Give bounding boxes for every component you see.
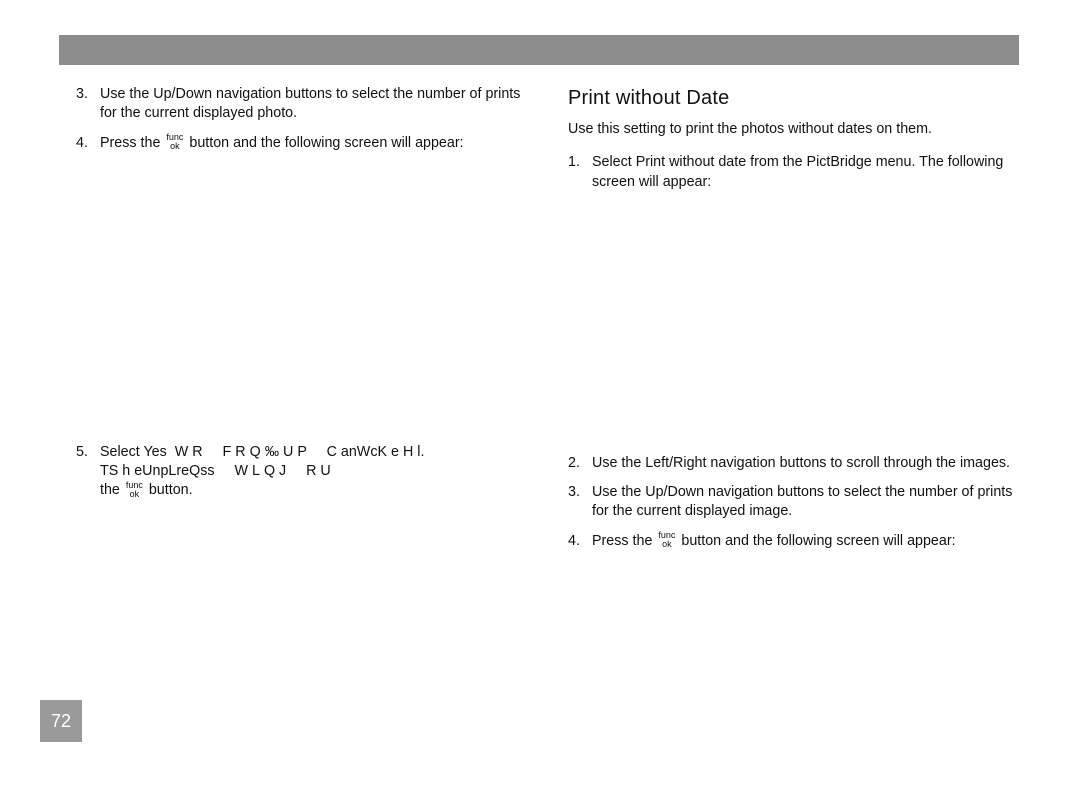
func-ok-icon: funcok xyxy=(166,133,183,151)
step-1-right: 1. Select Print without date from the Pi… xyxy=(568,153,1028,192)
step-number: 1. xyxy=(568,153,592,192)
page-number: 72 xyxy=(51,711,71,732)
step-number: 5. xyxy=(76,443,100,501)
step-text: Select Print without date from the PictB… xyxy=(592,153,1028,192)
step-number: 3. xyxy=(76,85,100,124)
step-text: Press the funcok button and the followin… xyxy=(100,134,536,153)
text-prefix: Press the xyxy=(592,533,656,549)
step-text: Select Yes WR FRQ‰UP CanWcKeHl. TSheUnpL… xyxy=(100,443,536,501)
step-2-right: 2. Use the Left/Right navigation buttons… xyxy=(568,454,1028,473)
step-text: Use the Up/Down navigation buttons to se… xyxy=(100,85,536,124)
text-prefix: Press the xyxy=(100,135,164,151)
manual-page: 72 3. Use the Up/Down navigation buttons… xyxy=(0,0,1080,785)
step-3-left: 3. Use the Up/Down navigation buttons to… xyxy=(76,85,536,124)
text-suffix: button and the following screen will app… xyxy=(677,533,955,549)
step-text: Press the funcok button and the followin… xyxy=(592,532,1028,551)
step-text: Use the Left/Right navigation buttons to… xyxy=(592,454,1028,473)
header-bar xyxy=(59,35,1019,65)
step-number: 2. xyxy=(568,454,592,473)
step-number: 3. xyxy=(568,483,592,522)
page-number-tab: 72 xyxy=(40,700,82,742)
func-ok-icon: funcok xyxy=(658,531,675,549)
screenshot-placeholder xyxy=(76,163,536,443)
section-intro: Use this setting to print the photos wit… xyxy=(568,120,1028,139)
step-5-left: 5. Select Yes WR FRQ‰UP CanWcKeHl. TSheU… xyxy=(76,443,536,501)
step-number: 4. xyxy=(76,134,100,153)
step-4-right: 4. Press the funcok button and the follo… xyxy=(568,532,1028,551)
section-heading: Print without Date xyxy=(568,85,1028,112)
left-column: 3. Use the Up/Down navigation buttons to… xyxy=(76,85,536,511)
step-4-left: 4. Press the funcok button and the follo… xyxy=(76,134,536,153)
screenshot-placeholder xyxy=(568,202,1028,454)
right-column: Print without Date Use this setting to p… xyxy=(568,85,1028,561)
text-suffix: button and the following screen will app… xyxy=(185,135,463,151)
step-number: 4. xyxy=(568,532,592,551)
step-text: Use the Up/Down navigation buttons to se… xyxy=(592,483,1028,522)
func-ok-icon: funcok xyxy=(126,481,143,499)
step-3-right: 3. Use the Up/Down navigation buttons to… xyxy=(568,483,1028,522)
